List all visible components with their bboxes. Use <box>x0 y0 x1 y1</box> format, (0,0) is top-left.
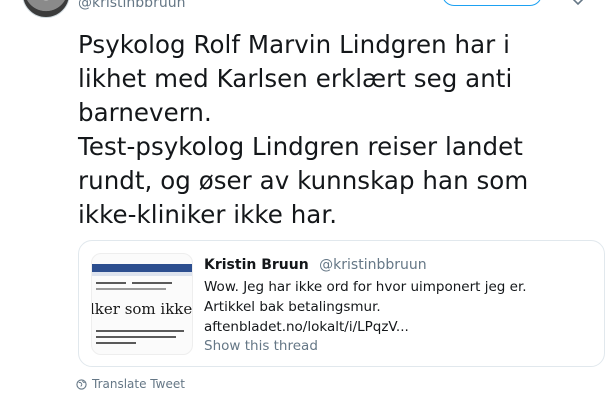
thumbnail-text-line <box>96 288 166 290</box>
translate-tweet-button[interactable]: Translate Tweet <box>76 377 185 391</box>
thumbnail-text-line <box>96 336 176 338</box>
tweet-page: @kristinbbruun Psykolog Rolf Marvin Lind… <box>0 0 606 400</box>
author-handle[interactable]: @kristinbbruun <box>78 0 185 11</box>
show-thread-link[interactable]: Show this thread <box>204 338 318 354</box>
tweet-text-line: ikke-kliniker ikke har. <box>78 200 338 229</box>
chevron-down-icon[interactable] <box>570 0 586 6</box>
tweet-text-line: likhet med Karlsen erklært seg anti <box>78 64 513 93</box>
quoted-tweet-line: Artikkel bak betalingsmur. <box>204 299 381 315</box>
tweet-text-line: Psykolog Rolf Marvin Lindgren har i <box>78 30 510 59</box>
tweet-text-line: rundt, og øser av kunnskap han som <box>78 166 529 195</box>
thumbnail-headline: lker som ikke skj <box>91 300 193 318</box>
quoted-tweet-card[interactable]: lker som ikke skj Kristin Bruun @kristin… <box>78 240 605 367</box>
quoted-tweet-line: Wow. Jeg har ikke ord for hvor uimponert… <box>204 279 527 295</box>
thumbnail-text-line <box>132 282 172 284</box>
tweet-text: Psykolog Rolf Marvin Lindgren har i likh… <box>78 28 583 232</box>
globe-icon <box>76 378 87 390</box>
thumbnail-text-line <box>96 282 126 284</box>
translate-tweet-label: Translate Tweet <box>92 377 185 391</box>
quoted-tweet-header: Kristin Bruun @kristinbbruun <box>204 257 427 273</box>
thumbnail-text-line <box>96 342 136 344</box>
quoted-tweet-link[interactable]: aftenbladet.no/lokalt/i/LPqzV... <box>204 317 594 337</box>
tweet-text-line: Test-psykolog Lindgren reiser landet <box>78 132 523 161</box>
follow-button[interactable] <box>442 0 542 6</box>
quoted-tweet-text: Wow. Jeg har ikke ord for hvor uimponert… <box>204 277 594 337</box>
thumbnail-text-line <box>96 330 184 332</box>
thumbnail-header-bar <box>92 264 192 272</box>
avatar[interactable] <box>22 0 70 18</box>
quoted-author-name[interactable]: Kristin Bruun <box>204 257 309 273</box>
article-thumbnail[interactable]: lker som ikke skj <box>91 253 193 355</box>
quoted-author-handle[interactable]: @kristinbbruun <box>319 257 426 273</box>
thumbnail-subheader-bar <box>92 272 192 276</box>
tweet-text-line: barnevern. <box>78 98 212 127</box>
